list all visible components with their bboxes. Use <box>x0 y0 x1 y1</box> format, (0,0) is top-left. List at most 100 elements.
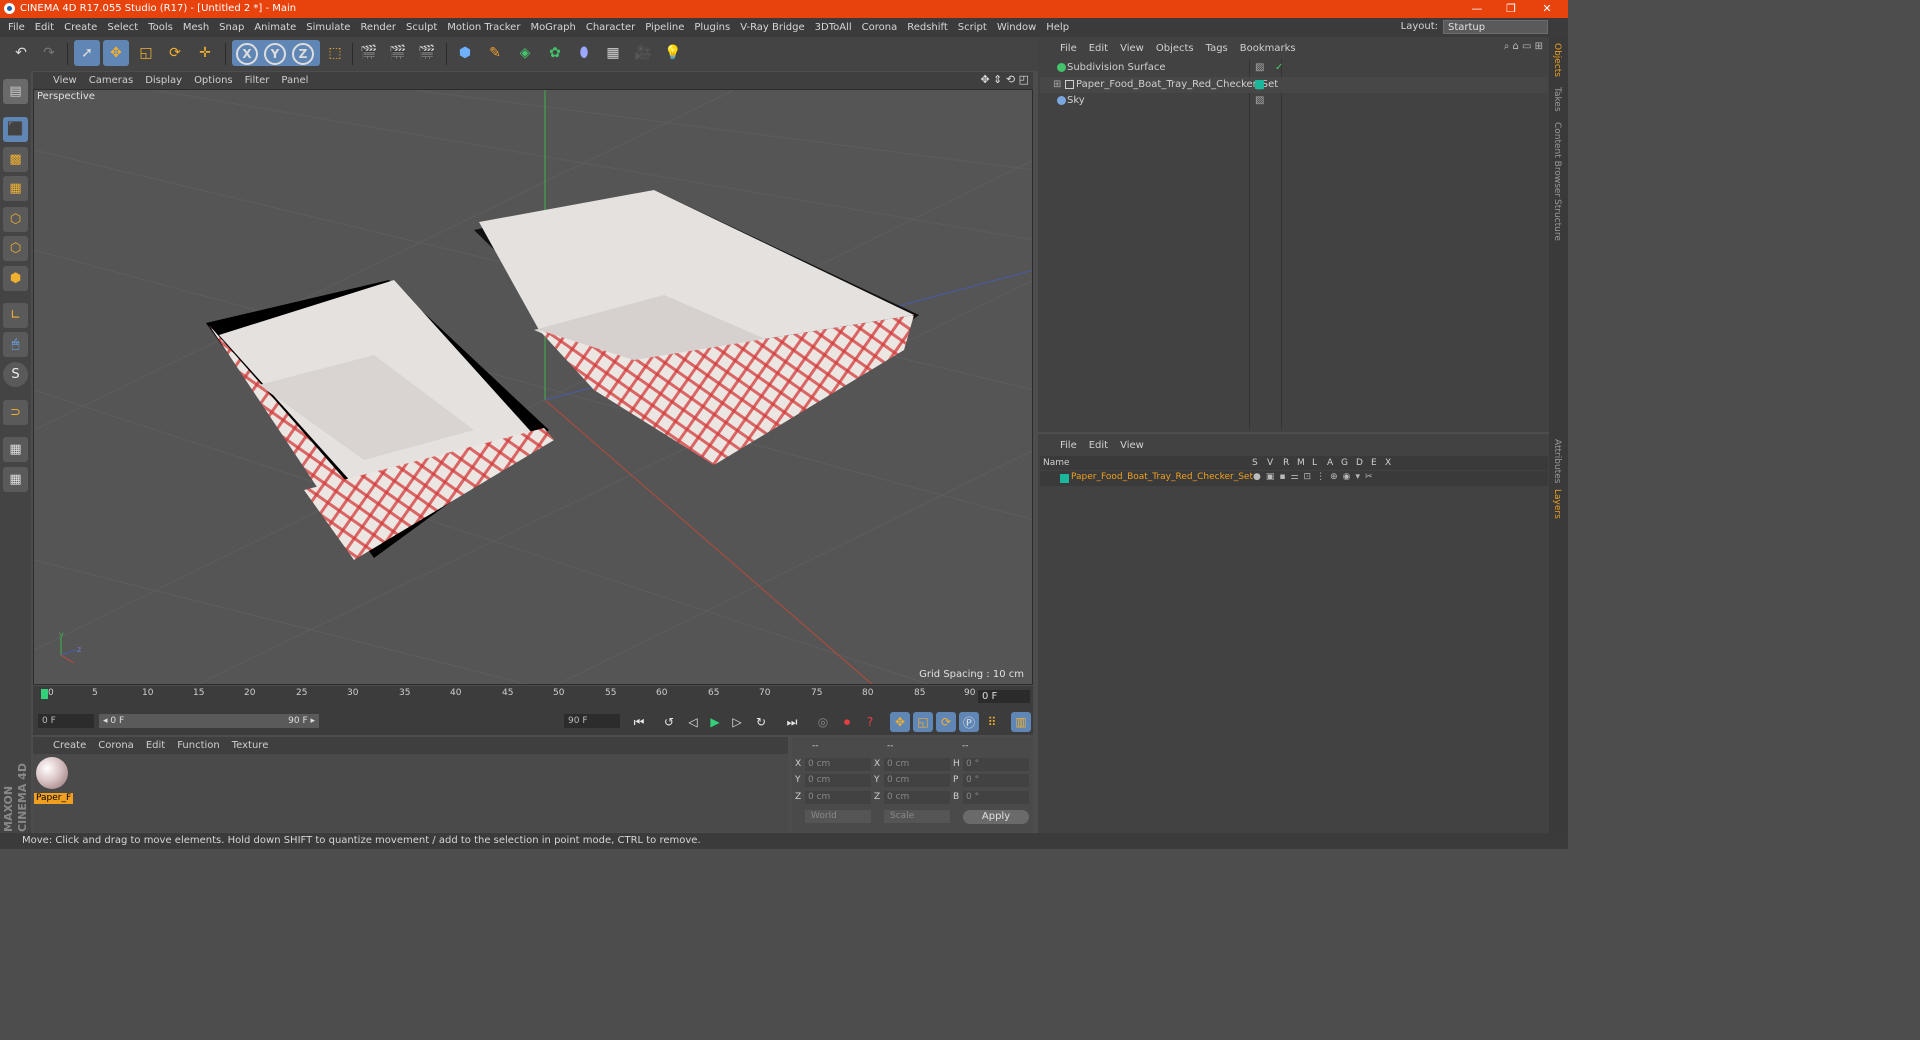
material-menu-function[interactable]: Function <box>171 737 226 754</box>
layer-menu-view[interactable]: View <box>1114 438 1150 454</box>
select-arrow-icon[interactable]: ➚ <box>74 40 100 66</box>
previous-frame-icon[interactable]: ◁ <box>683 712 703 732</box>
size-mode-select[interactable]: Scale <box>884 810 950 823</box>
polygons-mode-icon[interactable]: ⬢ <box>3 266 28 291</box>
play-icon[interactable]: ▶ <box>705 712 725 732</box>
menu-help[interactable]: Help <box>1041 18 1074 37</box>
menu-create[interactable]: Create <box>59 18 102 37</box>
object-row-sky[interactable]: Sky ▨ <box>1040 93 1548 109</box>
object-menu-edit[interactable]: Edit <box>1083 41 1114 57</box>
lock-workplane-icon[interactable]: ▦ <box>3 437 28 462</box>
render-view-icon[interactable]: 🎬 <box>356 40 382 66</box>
viewport-nav-icons[interactable]: ✥ ⇕ ⟲ ◰ <box>980 73 1029 86</box>
apply-button[interactable]: Apply <box>963 810 1029 824</box>
cloner-icon[interactable]: ✿ <box>542 40 568 66</box>
range-slider[interactable]: ◂ 0 F 90 F ▸ <box>99 714 319 728</box>
menu-tools[interactable]: Tools <box>143 18 178 37</box>
position-y-field[interactable]: 0 cm <box>805 774 871 787</box>
key-parameter-icon[interactable]: Ⓟ <box>959 712 979 732</box>
menu-window[interactable]: Window <box>992 18 1041 37</box>
subdivision-surface-icon[interactable]: ◈ <box>512 40 538 66</box>
menu-motion-tracker[interactable]: Motion Tracker <box>442 18 525 37</box>
x-axis-icon[interactable]: X <box>236 43 258 65</box>
go-to-end-icon[interactable]: ⏭ <box>782 712 802 732</box>
rotation-p-field[interactable]: 0 ° <box>963 774 1029 787</box>
menu-character[interactable]: Character <box>581 18 640 37</box>
render-picture-viewer-icon[interactable]: 🎬 <box>385 40 411 66</box>
menu-edit[interactable]: Edit <box>30 18 59 37</box>
left-food-tray[interactable] <box>206 280 554 560</box>
rotation-b-field[interactable]: 0 ° <box>963 791 1029 804</box>
menu-plugins[interactable]: Plugins <box>689 18 735 37</box>
size-z-field[interactable]: 0 cm <box>884 791 950 804</box>
tab-structure[interactable]: Structure <box>1552 199 1562 241</box>
make-editable-icon[interactable]: ▤ <box>3 79 28 104</box>
object-menu-view[interactable]: View <box>1114 41 1150 57</box>
coordinate-system-icon[interactable]: ⬚ <box>322 40 348 66</box>
material-menu-create[interactable]: Create <box>33 737 92 754</box>
points-mode-icon[interactable]: ⬡ <box>3 207 28 232</box>
visibility-toggle-icon[interactable]: ▨ <box>1255 60 1264 76</box>
menu-sculpt[interactable]: Sculpt <box>401 18 442 37</box>
scale-tool-icon[interactable]: ◱ <box>133 40 159 66</box>
menu-select[interactable]: Select <box>102 18 143 37</box>
minimize-button[interactable]: — <box>1462 1 1492 17</box>
menu-simulate[interactable]: Simulate <box>301 18 355 37</box>
magnet-icon[interactable]: ⊃ <box>3 400 28 425</box>
start-frame-field[interactable]: 0 F <box>38 714 94 728</box>
rotation-h-field[interactable]: 0 ° <box>963 758 1029 771</box>
layer-toggle-icons[interactable]: ●▣▪⚌⊡⋮⊕◉▾✂ <box>1253 472 1378 482</box>
deformer-icon[interactable]: ⬮ <box>571 40 597 66</box>
timeline-window-icon[interactable]: ▥ <box>1011 712 1031 732</box>
current-frame-field[interactable]: 0 F <box>978 690 1030 703</box>
tab-attributes[interactable]: Attributes <box>1552 439 1562 483</box>
expand-icon[interactable]: ⊞ <box>1053 77 1061 93</box>
tab-objects[interactable]: Objects <box>1552 43 1562 77</box>
tab-takes[interactable]: Takes <box>1552 87 1562 112</box>
y-axis-icon[interactable]: Y <box>264 43 286 65</box>
cube-primitive-icon[interactable]: ⬢ <box>452 40 478 66</box>
menu-vray-bridge[interactable]: V-Ray Bridge <box>735 18 809 37</box>
z-axis-icon[interactable]: Z <box>292 43 314 65</box>
layout-select[interactable]: Startup <box>1443 20 1548 34</box>
menu-script[interactable]: Script <box>953 18 992 37</box>
material-preview-sphere[interactable] <box>36 757 68 789</box>
end-frame-field[interactable]: 90 F <box>564 714 620 728</box>
coordinate-space-select[interactable]: World <box>805 810 871 823</box>
viewport-menu-display[interactable]: Display <box>139 72 188 89</box>
tab-layers[interactable]: Layers <box>1552 489 1562 519</box>
key-scale-icon[interactable]: ◱ <box>913 712 933 732</box>
layer-menu-file[interactable]: File <box>1038 438 1083 454</box>
current-frame-marker[interactable] <box>41 689 48 699</box>
key-rotation-icon[interactable]: ⟳ <box>936 712 956 732</box>
size-x-field[interactable]: 0 cm <box>884 758 950 771</box>
auto-keying-icon[interactable]: ⏺ <box>837 712 857 732</box>
object-row-paper-tray[interactable]: ⊞ Paper_Food_Boat_Tray_Red_Checker_Set <box>1040 77 1548 93</box>
viewport-menu-view[interactable]: View <box>33 72 83 89</box>
viewport-menu-panel[interactable]: Panel <box>275 72 314 89</box>
go-to-start-icon[interactable]: ⏮ <box>629 712 649 732</box>
planar-workplane-icon[interactable]: ▦ <box>3 467 28 492</box>
viewport-menu-filter[interactable]: Filter <box>239 72 276 89</box>
next-frame-icon[interactable]: ▷ <box>727 712 747 732</box>
object-menu-objects[interactable]: Objects <box>1150 41 1200 57</box>
spline-pen-icon[interactable]: ✎ <box>482 40 508 66</box>
workplane-mode-icon[interactable]: ▦ <box>3 176 28 201</box>
3d-viewport[interactable]: y z Perspective Grid Spacing : 10 cm <box>33 89 1033 685</box>
menu-3dtoall[interactable]: 3DToAll <box>810 18 857 37</box>
menu-redshift[interactable]: Redshift <box>902 18 953 37</box>
material-name[interactable]: Paper_F <box>34 793 74 804</box>
menu-render[interactable]: Render <box>355 18 401 37</box>
object-menu-tags[interactable]: Tags <box>1200 41 1234 57</box>
undo-icon[interactable]: ↶ <box>8 40 34 66</box>
viewport-menu-options[interactable]: Options <box>188 72 239 89</box>
close-button[interactable]: ✕ <box>1532 1 1562 17</box>
menu-file[interactable]: File <box>0 18 30 37</box>
model-mode-icon[interactable]: ⬛ <box>3 117 28 142</box>
record-keys-icon[interactable]: ◎ <box>813 712 833 732</box>
menu-corona[interactable]: Corona <box>857 18 903 37</box>
tab-content-browser[interactable]: Content Browser <box>1552 122 1562 197</box>
keyframe-selection-icon[interactable]: ? <box>860 712 880 732</box>
material-menu-texture[interactable]: Texture <box>226 737 275 754</box>
enabled-check-icon[interactable]: ✓ <box>1275 60 1283 76</box>
